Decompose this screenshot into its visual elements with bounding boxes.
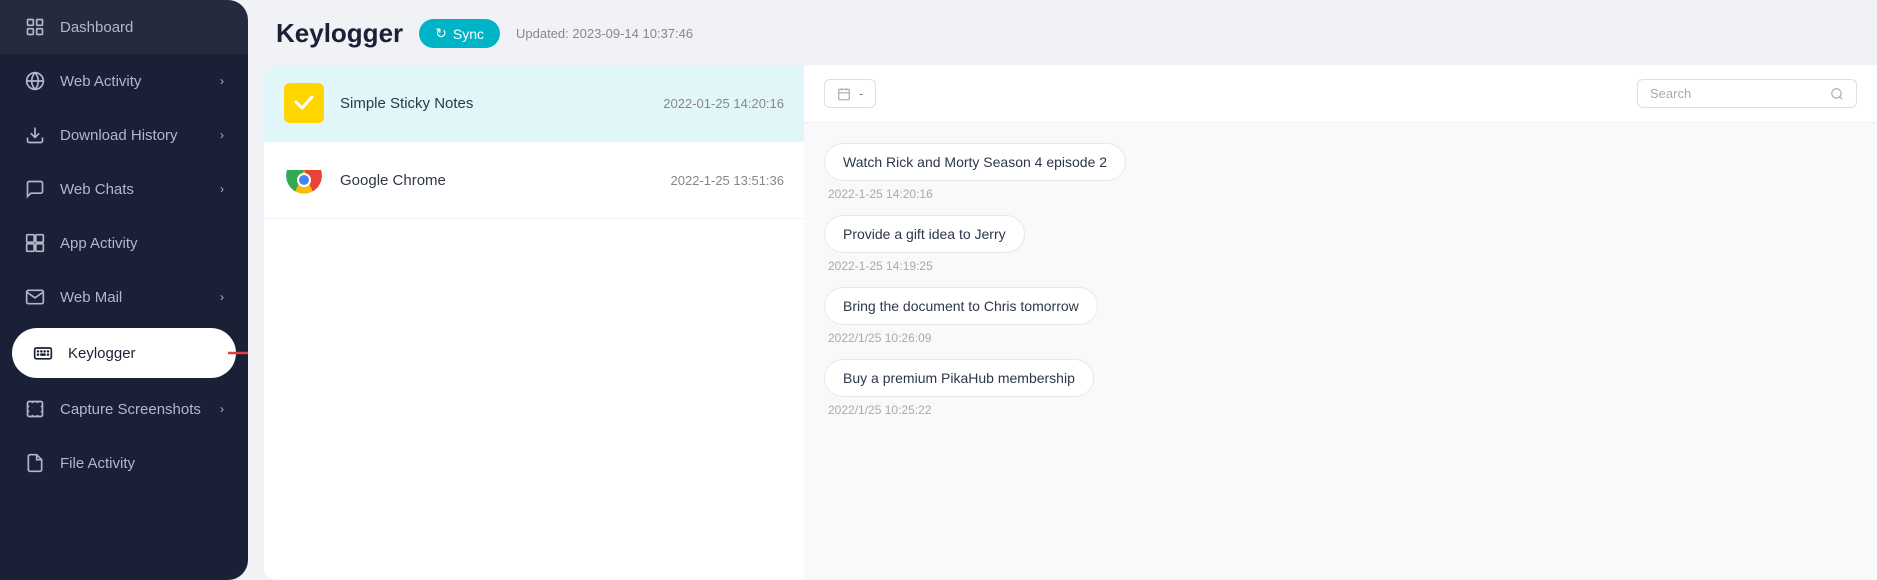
- sidebar-item-file-activity-label: File Activity: [60, 455, 135, 472]
- note-item-3: Buy a premium PikaHub membership 2022/1/…: [824, 359, 1857, 417]
- sidebar-item-web-activity[interactable]: Web Activity ›: [0, 54, 248, 108]
- app-time-sticky: 2022-01-25 14:20:16: [663, 96, 784, 111]
- sidebar-item-web-mail-label: Web Mail: [60, 289, 122, 306]
- date-selector[interactable]: -: [824, 79, 876, 108]
- globe-icon: [24, 70, 46, 92]
- note-item-2: Bring the document to Chris tomorrow 202…: [824, 287, 1857, 345]
- note-time-1: 2022-1-25 14:19:25: [824, 259, 1857, 273]
- updated-text: Updated: 2023-09-14 10:37:46: [516, 26, 693, 41]
- search-box[interactable]: Search: [1637, 79, 1857, 108]
- dashboard-icon: [24, 16, 46, 38]
- sidebar-item-keylogger-label: Keylogger: [68, 345, 136, 362]
- calendar-icon: [837, 87, 851, 101]
- app-list-item-sticky[interactable]: Simple Sticky Notes 2022-01-25 14:20:16: [264, 65, 804, 142]
- sidebar-item-keylogger[interactable]: Keylogger: [12, 328, 236, 378]
- note-time-0: 2022-1-25 14:20:16: [824, 187, 1857, 201]
- app-list-panel: Simple Sticky Notes 2022-01-25 14:20:16: [264, 65, 804, 580]
- chevron-right-icon: ›: [220, 182, 224, 196]
- screenshot-icon: [24, 398, 46, 420]
- sidebar-item-download-history-label: Download History: [60, 127, 178, 144]
- chevron-right-icon: ›: [220, 290, 224, 304]
- note-bubble-3: Buy a premium PikaHub membership: [824, 359, 1094, 397]
- sidebar-item-download-history[interactable]: Download History ›: [0, 108, 248, 162]
- page-title: Keylogger: [276, 18, 403, 49]
- header: Keylogger ↻ Sync Updated: 2023-09-14 10:…: [248, 0, 1877, 65]
- sidebar-item-app-activity-label: App Activity: [60, 235, 138, 252]
- notes-header: - Search: [804, 65, 1877, 123]
- note-item-0: Watch Rick and Morty Season 4 episode 2 …: [824, 143, 1857, 201]
- date-selector-value: -: [859, 86, 863, 101]
- search-icon: [1830, 87, 1844, 101]
- sync-icon: ↻: [435, 25, 447, 42]
- sidebar-item-web-activity-label: Web Activity: [60, 73, 141, 90]
- file-icon: [24, 452, 46, 474]
- note-time-2: 2022/1/25 10:26:09: [824, 331, 1857, 345]
- chevron-right-icon: ›: [220, 128, 224, 142]
- keyboard-icon: [32, 342, 54, 364]
- note-bubble-1: Provide a gift idea to Jerry: [824, 215, 1025, 253]
- download-icon: [24, 124, 46, 146]
- app-time-chrome: 2022-1-25 13:51:36: [671, 173, 784, 188]
- app-name-chrome: Google Chrome: [340, 172, 655, 189]
- sticky-notes-icon: [284, 83, 324, 123]
- chrome-icon: [284, 160, 324, 200]
- sync-button[interactable]: ↻ Sync: [419, 19, 500, 48]
- sidebar-item-file-activity[interactable]: File Activity: [0, 436, 248, 490]
- chat-icon: [24, 178, 46, 200]
- sidebar-item-capture-screenshots[interactable]: Capture Screenshots ›: [0, 382, 248, 436]
- sync-label: Sync: [453, 26, 484, 42]
- sidebar-item-web-mail[interactable]: Web Mail ›: [0, 270, 248, 324]
- chevron-right-icon: ›: [220, 74, 224, 88]
- sidebar-item-web-chats[interactable]: Web Chats ›: [0, 162, 248, 216]
- app-name-sticky: Simple Sticky Notes: [340, 95, 647, 112]
- sidebar-item-dashboard-label: Dashboard: [60, 19, 133, 36]
- note-bubble-2: Bring the document to Chris tomorrow: [824, 287, 1098, 325]
- note-item-1: Provide a gift idea to Jerry 2022-1-25 1…: [824, 215, 1857, 273]
- sidebar-item-dashboard[interactable]: Dashboard: [0, 0, 248, 54]
- note-time-3: 2022/1/25 10:25:22: [824, 403, 1857, 417]
- search-placeholder: Search: [1650, 86, 1822, 101]
- sidebar-item-capture-screenshots-label: Capture Screenshots: [60, 401, 201, 418]
- mail-icon: [24, 286, 46, 308]
- sidebar-item-web-chats-label: Web Chats: [60, 181, 134, 198]
- notes-list: Watch Rick and Morty Season 4 episode 2 …: [804, 123, 1877, 580]
- sidebar: Dashboard Web Activity › Download Histor…: [0, 0, 248, 580]
- notes-panel: - Search Watch Rick and Morty Season 4 e…: [804, 65, 1877, 580]
- app-icon: [24, 232, 46, 254]
- sidebar-item-app-activity[interactable]: App Activity: [0, 216, 248, 270]
- chevron-right-icon: ›: [220, 402, 224, 416]
- main-content: Keylogger ↻ Sync Updated: 2023-09-14 10:…: [248, 0, 1877, 580]
- app-list-item-chrome[interactable]: Google Chrome 2022-1-25 13:51:36: [264, 142, 804, 219]
- note-bubble-0: Watch Rick and Morty Season 4 episode 2: [824, 143, 1126, 181]
- content-area: Simple Sticky Notes 2022-01-25 14:20:16: [248, 65, 1877, 580]
